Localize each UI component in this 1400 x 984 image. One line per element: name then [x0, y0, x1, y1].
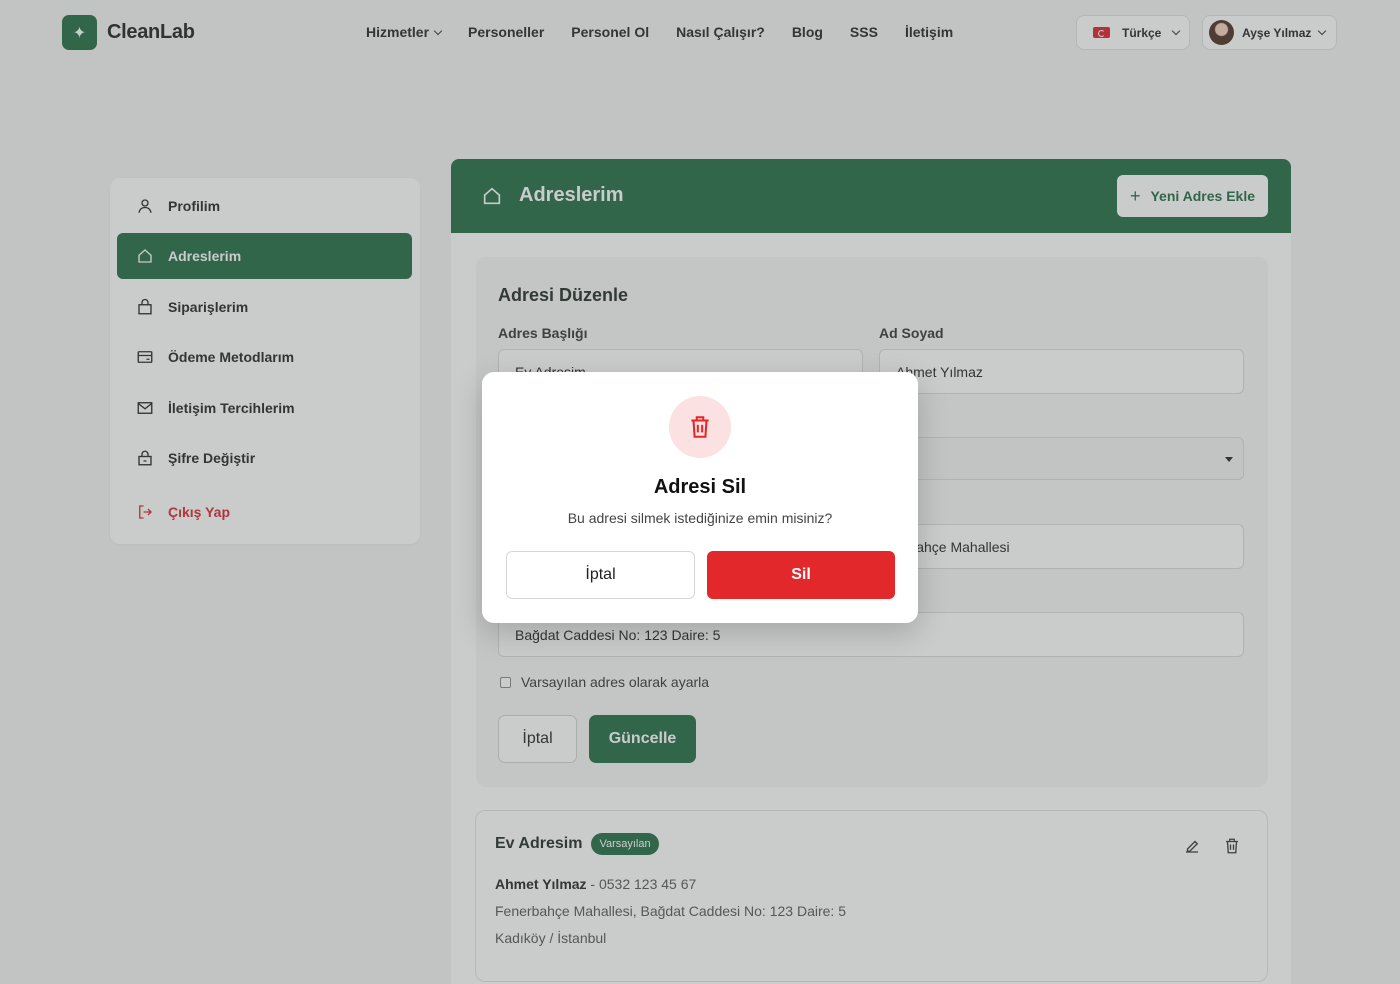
dialog-cancel-button[interactable]: İptal	[506, 551, 695, 599]
dialog-delete-button[interactable]: Sil	[707, 551, 895, 599]
dialog-message: Bu adresi silmek istediğinize emin misin…	[567, 510, 833, 526]
dialog-title: Adresi Sil	[653, 476, 747, 498]
delete-address-dialog: Adresi Sil Bu adresi silmek istediğinize…	[482, 372, 918, 623]
trash-icon	[669, 396, 731, 458]
